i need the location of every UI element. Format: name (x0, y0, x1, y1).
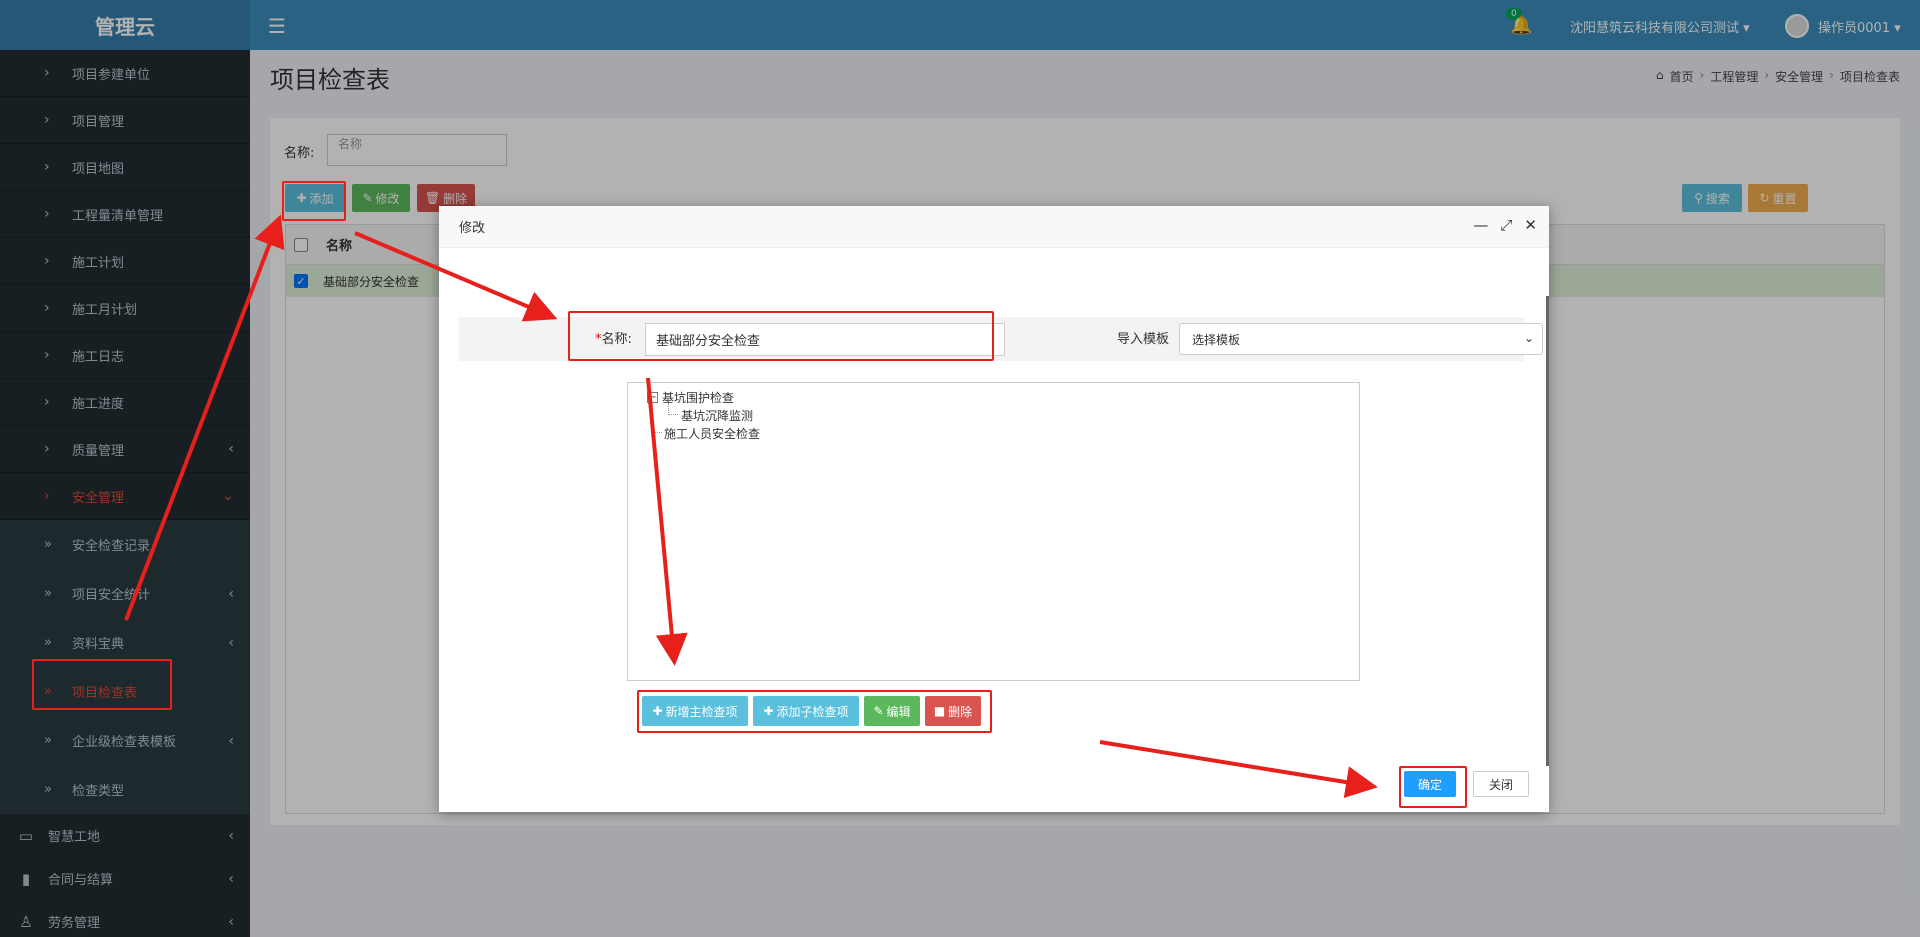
annotation-highlight (568, 311, 994, 361)
template-label: 导入模板 (1117, 332, 1170, 347)
annotation-highlight (32, 659, 172, 710)
tree-node[interactable]: 基坑沉降监测 (681, 407, 753, 424)
dialog-scrollbar[interactable] (1546, 296, 1549, 766)
close-icon[interactable]: ✕ (1524, 216, 1537, 234)
tree-node-label: 基坑围护检查 (662, 391, 735, 405)
maximize-icon[interactable]: ⤢ (1500, 216, 1512, 234)
dialog-title: 修改 (459, 221, 486, 236)
template-select[interactable]: 选择模板 ⌄ (1179, 323, 1543, 355)
template-select-value: 选择模板 (1192, 332, 1241, 347)
tree-connector (652, 432, 662, 433)
minimize-icon[interactable]: — (1473, 216, 1488, 234)
chevron-down-icon: ⌄ (1523, 331, 1534, 345)
checklist-tree: − 基坑围护检查 基坑沉降监测 施工人员安全检查 (627, 382, 1360, 681)
tree-node-label: 施工人员安全检查 (664, 427, 761, 441)
collapse-icon[interactable]: − (647, 392, 658, 403)
tree-node[interactable]: 施工人员安全检查 (664, 425, 760, 442)
dialog-header: 修改 — ⤢ ✕ (439, 206, 1549, 248)
annotation-highlight (1399, 766, 1467, 808)
close-button[interactable]: 关闭 (1473, 771, 1529, 797)
tree-connector (668, 414, 678, 415)
edit-dialog: 修改 — ⤢ ✕ *名称: 基础部分安全检查 导入模板 选择模板 ⌄ − 基坑围护检… (439, 206, 1549, 812)
tree-node[interactable]: − 基坑围护检查 (647, 389, 734, 406)
tree-node-label: 基坑沉降监测 (681, 409, 754, 423)
annotation-highlight (282, 181, 346, 221)
annotation-highlight (637, 690, 992, 733)
dialog-controls: — ⤢ ✕ (1473, 216, 1537, 234)
